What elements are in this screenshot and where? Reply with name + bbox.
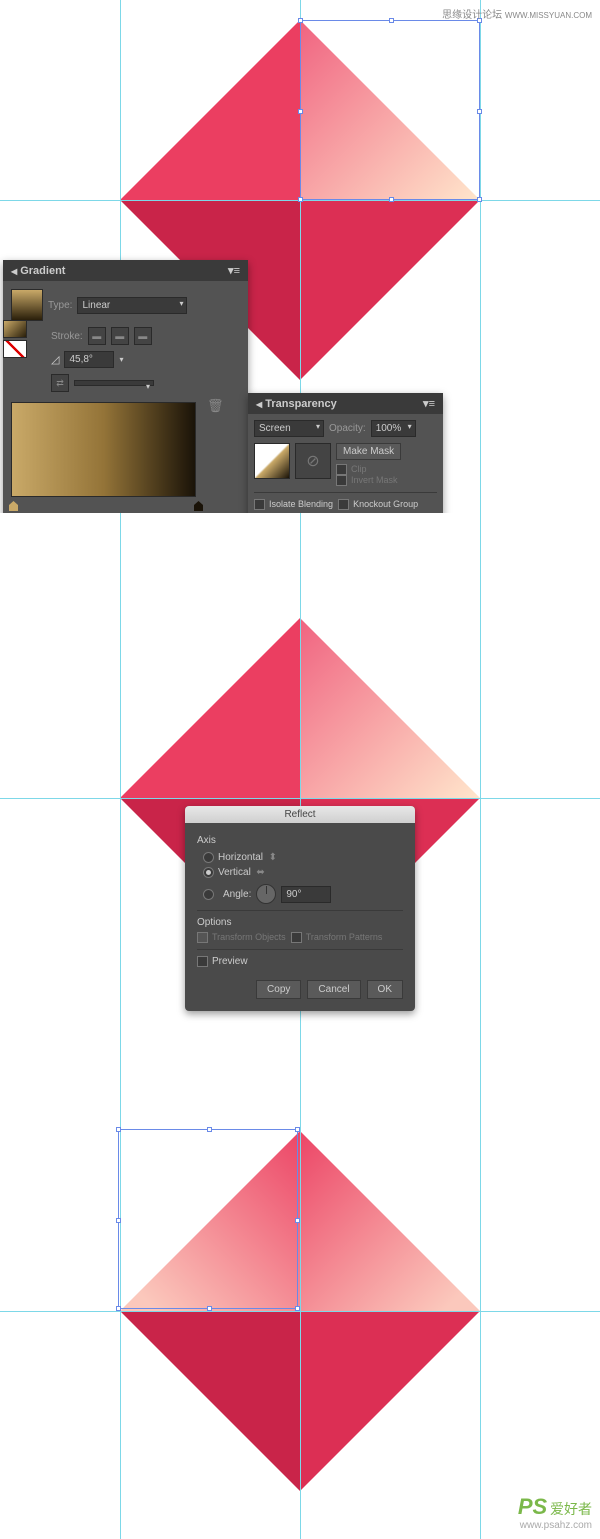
vertical-radio[interactable] [203, 867, 214, 878]
face-top-right [300, 1131, 480, 1311]
preview-checkbox[interactable] [197, 956, 208, 967]
horizontal-label: Horizontal [218, 852, 263, 863]
panel-header[interactable]: ◀ Gradient ▾≡ [3, 260, 248, 281]
gradient-stop[interactable] [194, 501, 203, 511]
guide-vertical [120, 513, 121, 1026]
face-top-left [120, 20, 300, 200]
none-swatch[interactable] [3, 340, 27, 358]
handle[interactable] [116, 1218, 121, 1223]
stroke-label: Stroke: [51, 331, 83, 342]
knockout-label: Knockout Group [353, 499, 418, 509]
handle[interactable] [116, 1127, 121, 1132]
panel-title: Transparency [265, 398, 337, 410]
reverse-icon[interactable]: ⇄ [51, 374, 69, 392]
opacity-label: Opacity: [329, 423, 366, 434]
selection-box[interactable] [118, 1129, 298, 1309]
dialog-title[interactable]: Reflect [185, 806, 415, 823]
invert-mask-label: Invert Mask [351, 475, 398, 485]
angle-label: Angle: [223, 889, 251, 900]
guide-vertical [480, 0, 481, 513]
canvas-step-3: PS 爱好者 www.psahz.com [0, 1026, 600, 1539]
isolate-checkbox[interactable] [254, 499, 265, 510]
knockout-checkbox[interactable] [338, 499, 349, 510]
watermark-bottom: PS 爱好者 www.psahz.com [518, 1494, 592, 1531]
clip-checkbox[interactable] [336, 464, 347, 475]
panel-title: Gradient [20, 265, 65, 277]
artwork-thumb[interactable] [254, 443, 290, 479]
trash-icon[interactable]: 🗑 [207, 398, 224, 414]
gradient-slider[interactable] [11, 501, 201, 509]
blend-mode-select[interactable]: Screen [254, 420, 324, 437]
panel-menu-icon[interactable]: ▾≡ [423, 397, 435, 410]
clip-label: Clip [351, 464, 367, 474]
gradient-stop[interactable] [9, 501, 18, 511]
panel-header[interactable]: ◀ Transparency ▾≡ [248, 393, 443, 414]
stroke-option-icon[interactable]: ▬ [134, 327, 152, 345]
aspect-select[interactable] [74, 380, 154, 386]
face-bottom-right [300, 200, 480, 380]
handle[interactable] [298, 109, 303, 114]
mask-thumb[interactable]: ⊘ [295, 443, 331, 479]
handle[interactable] [298, 18, 303, 23]
invert-mask-checkbox[interactable] [336, 475, 347, 486]
gradient-swatch[interactable] [11, 289, 43, 321]
cancel-button[interactable]: Cancel [307, 980, 360, 999]
canvas-step-2: Reflect Axis Horizontal ⬍ Vertical ⬌ Ang… [0, 513, 600, 1026]
canvas-step-1: 思缘设计论坛 WWW.MISSYUAN.COM ◀ Gradient ▾≡ [0, 0, 600, 513]
handle[interactable] [207, 1306, 212, 1311]
transform-objects-label: Transform Objects [212, 932, 286, 942]
handle[interactable] [389, 18, 394, 23]
stroke-option-icon[interactable]: ▬ [111, 327, 129, 345]
copy-button[interactable]: Copy [256, 980, 301, 999]
type-label: Type: [48, 300, 72, 311]
handle[interactable] [116, 1306, 121, 1311]
selection-box[interactable] [300, 20, 480, 200]
face-top-left [120, 618, 300, 798]
stroke-option-icon[interactable]: ▬ [88, 327, 106, 345]
transform-patterns-label: Transform Patterns [306, 932, 383, 942]
transparency-panel: ◀ Transparency ▾≡ Screen Opacity: 100% ⊘… [248, 393, 443, 513]
opacity-input[interactable]: 100% [371, 420, 416, 437]
guide-vertical [480, 1026, 481, 1539]
gradient-preview[interactable] [11, 402, 196, 497]
transform-patterns-checkbox[interactable] [291, 932, 302, 943]
transform-objects-checkbox[interactable] [197, 932, 208, 943]
make-mask-button[interactable]: Make Mask [336, 443, 401, 460]
preview-label: Preview [212, 957, 248, 968]
axis-label: Axis [197, 835, 403, 846]
face-bottom-left [120, 1311, 300, 1491]
options-label: Options [197, 917, 403, 928]
angle-dial[interactable] [256, 884, 276, 904]
handle[interactable] [389, 197, 394, 202]
ok-button[interactable]: OK [367, 980, 403, 999]
watermark-top: 思缘设计论坛 WWW.MISSYUAN.COM [442, 6, 592, 21]
angle-input[interactable]: 90° [281, 886, 331, 903]
guide-vertical [300, 1026, 301, 1539]
handle[interactable] [295, 1127, 300, 1132]
guide-vertical [480, 513, 481, 1026]
face-bottom-right [300, 1311, 480, 1491]
handle[interactable] [207, 1127, 212, 1132]
vertical-label: Vertical [218, 867, 251, 878]
handle[interactable] [295, 1306, 300, 1311]
fill-swatch[interactable] [3, 320, 27, 338]
isolate-label: Isolate Blending [269, 499, 333, 509]
angle-input[interactable]: 45,8° [64, 351, 114, 368]
angle-radio[interactable] [203, 889, 214, 900]
gradient-panel: ◀ Gradient ▾≡ Type: Linear Stroke: ▬ ▬ ▬… [3, 260, 248, 513]
handle[interactable] [477, 109, 482, 114]
horizontal-radio[interactable] [203, 852, 214, 863]
handle[interactable] [298, 197, 303, 202]
reflect-dialog: Reflect Axis Horizontal ⬍ Vertical ⬌ Ang… [185, 806, 415, 1011]
handle[interactable] [477, 197, 482, 202]
handle[interactable] [295, 1218, 300, 1223]
face-top-right [300, 618, 480, 798]
panel-menu-icon[interactable]: ▾≡ [228, 264, 240, 277]
fill-stroke-tools [3, 320, 27, 358]
type-select[interactable]: Linear [77, 297, 187, 314]
